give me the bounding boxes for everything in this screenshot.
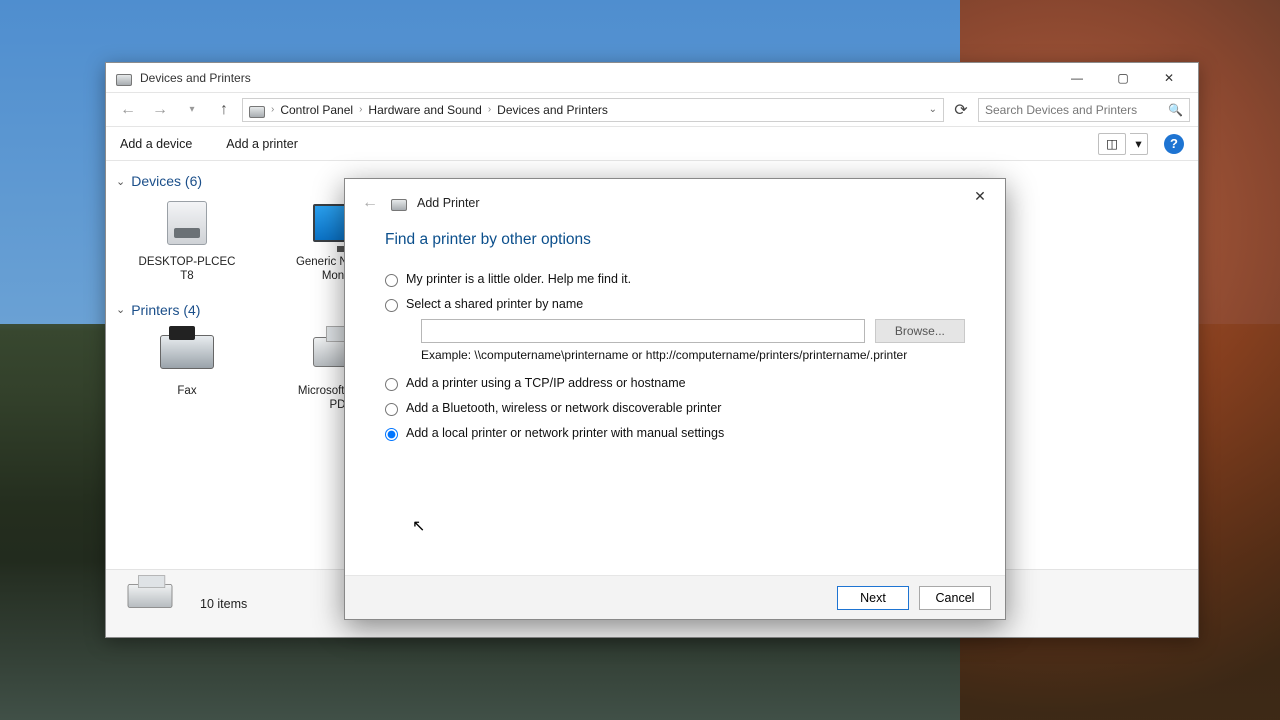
breadcrumb-item[interactable]: Hardware and Sound [368,103,481,117]
fax-icon [155,324,219,380]
dialog-close-button[interactable]: ✕ [961,183,999,209]
window-title: Devices and Printers [140,71,251,85]
view-mode-dropdown[interactable]: ▾ [1130,133,1148,155]
minimize-button[interactable]: — [1054,63,1100,93]
example-text: Example: \\computername\printername or h… [421,347,965,363]
breadcrumb[interactable]: › Control Panel › Hardware and Sound › D… [242,98,944,122]
device-label: DESKTOP-PLCEC T8 [132,255,242,284]
search-placeholder: Search Devices and Printers [985,103,1137,117]
option-shared-printer[interactable]: Select a shared printer by name [385,292,965,317]
option-label: My printer is a little older. Help me fi… [406,272,631,286]
group-label: Printers (4) [131,302,200,318]
add-device-link[interactable]: Add a device [120,137,192,151]
radio-tcpip[interactable] [385,378,398,391]
chevron-right-icon: › [359,104,362,115]
close-button[interactable]: ✕ [1146,63,1192,93]
option-older-printer[interactable]: My printer is a little older. Help me fi… [385,267,965,292]
dialog-footer: Next Cancel [345,575,1005,619]
device-item[interactable]: DESKTOP-PLCEC T8 [132,195,242,284]
option-tcpip[interactable]: Add a printer using a TCP/IP address or … [385,371,965,396]
breadcrumb-item[interactable]: Devices and Printers [497,103,608,117]
chevron-right-icon: › [271,104,274,115]
printer-item[interactable]: Fax [132,324,242,413]
breadcrumb-item[interactable]: Control Panel [280,103,353,117]
next-button[interactable]: Next [837,586,909,610]
dialog-header: ← Add Printer ✕ [345,179,1005,227]
group-label: Devices (6) [131,173,202,189]
search-icon: 🔍 [1168,103,1183,117]
radio-bluetooth[interactable] [385,403,398,416]
desktop-pc-icon [155,195,219,251]
option-label: Add a local printer or network printer w… [406,426,724,440]
command-bar: Add a device Add a printer ◫ ▾ ? [106,127,1198,161]
nav-forward-icon[interactable]: → [146,96,174,124]
dialog-body: My printer is a little older. Help me fi… [345,259,1005,575]
printer-icon [116,74,132,86]
help-icon[interactable]: ? [1164,134,1184,154]
chevron-down-icon: ⌄ [116,175,125,188]
titlebar: Devices and Printers — ▢ ✕ [106,63,1198,93]
nav-up-icon[interactable]: ↑ [210,96,238,124]
option-label: Add a printer using a TCP/IP address or … [406,376,686,390]
printer-icon [249,106,265,118]
chevron-down-icon[interactable]: ⌄ [929,104,937,115]
radio-local-manual[interactable] [385,428,398,441]
add-printer-link[interactable]: Add a printer [226,137,298,151]
refresh-button[interactable]: ⟳ [948,100,974,120]
shared-printer-row: Browse... [421,319,965,343]
status-text: 10 items [200,597,247,611]
cancel-button[interactable]: Cancel [919,586,991,610]
option-label: Add a Bluetooth, wireless or network dis… [406,401,721,415]
option-local-manual[interactable]: Add a local printer or network printer w… [385,421,965,446]
printer-label: Fax [177,384,196,398]
chevron-right-icon: › [488,104,491,115]
add-printer-dialog: ← Add Printer ✕ Find a printer by other … [344,178,1006,620]
nav-recent-icon[interactable]: ▾ [178,96,206,124]
dialog-heading: Find a printer by other options [345,227,1005,259]
shared-printer-input[interactable] [421,319,865,343]
back-icon[interactable]: ← [359,194,381,212]
browse-button[interactable]: Browse... [875,319,965,343]
printer-icon [391,199,407,211]
maximize-button[interactable]: ▢ [1100,63,1146,93]
chevron-down-icon: ⌄ [116,303,125,316]
wizard-title: Add Printer [417,196,480,210]
search-box[interactable]: Search Devices and Printers 🔍 [978,98,1190,122]
status-icon [122,581,180,627]
option-bluetooth[interactable]: Add a Bluetooth, wireless or network dis… [385,396,965,421]
view-mode-button[interactable]: ◫ [1098,133,1126,155]
nav-back-icon[interactable]: ← [114,96,142,124]
radio-older[interactable] [385,274,398,287]
option-label: Select a shared printer by name [406,297,583,311]
radio-shared[interactable] [385,299,398,312]
address-bar: ← → ▾ ↑ › Control Panel › Hardware and S… [106,93,1198,127]
